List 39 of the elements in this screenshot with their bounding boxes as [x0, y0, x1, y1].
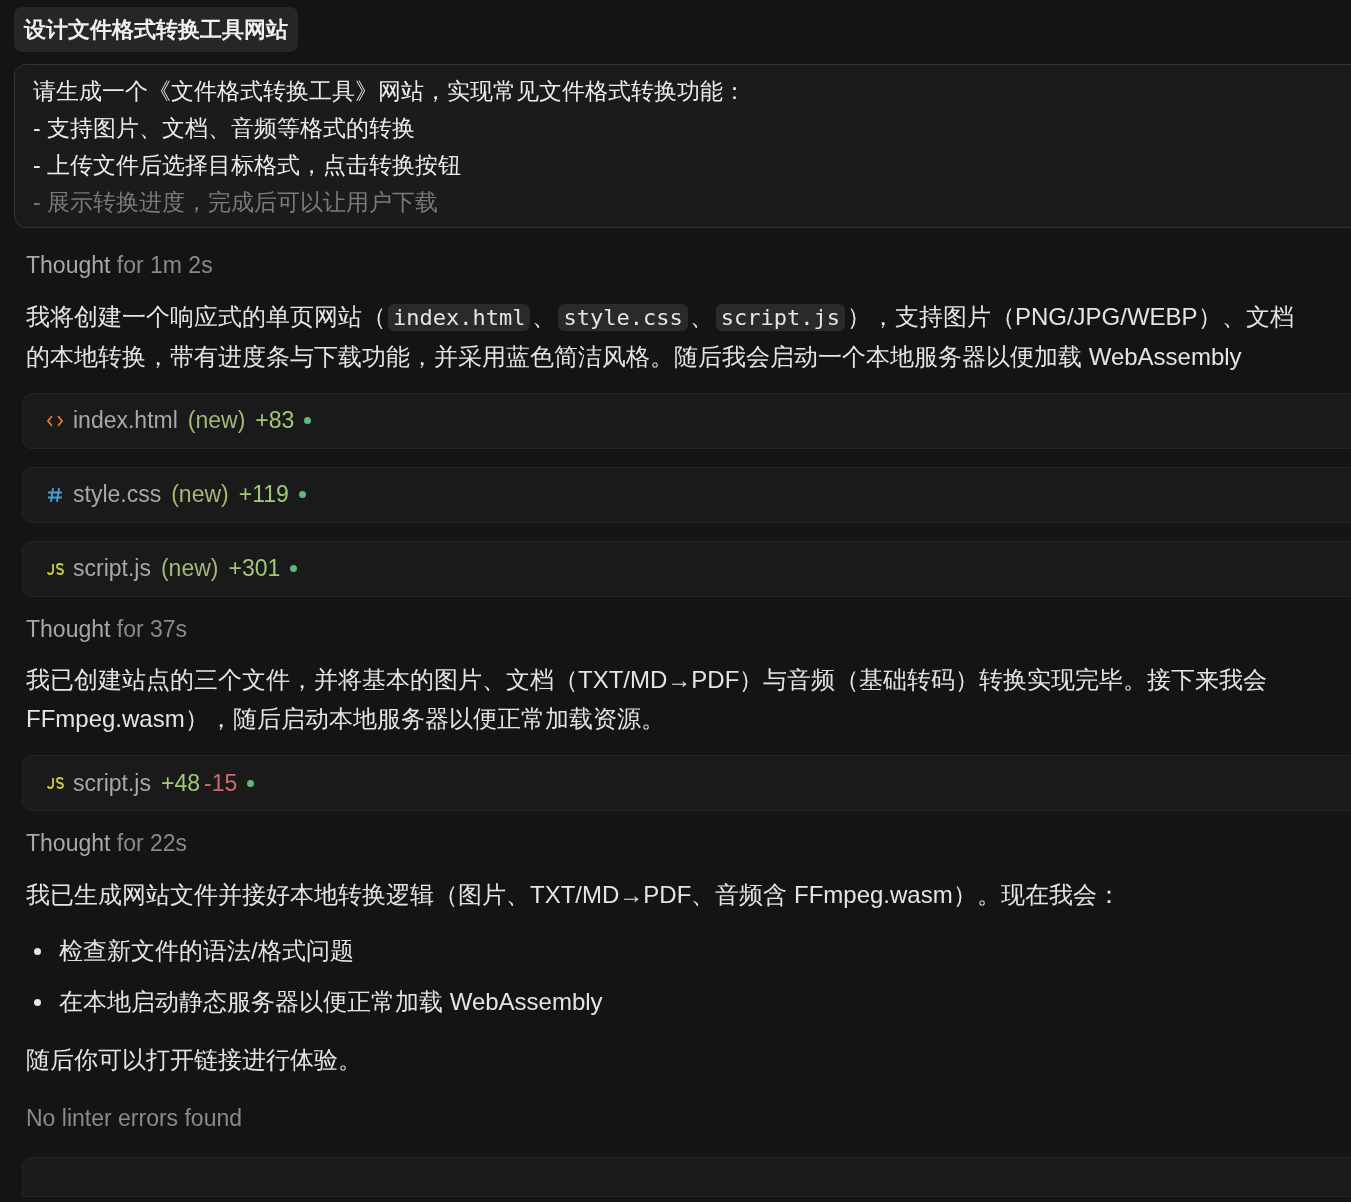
paragraph-line: FFmpeg.wasm），随后启动本地服务器以便正常加载资源。	[26, 704, 666, 734]
bullet-icon	[34, 998, 41, 1006]
bullet-text: 检查新文件的语法/格式问题	[59, 936, 354, 966]
bullet-icon	[34, 947, 41, 955]
prompt-line: - 展示转换进度，完成后可以让用户下载	[33, 188, 440, 217]
new-tag: (new)	[171, 477, 229, 512]
paragraph-line: 随后你可以打开链接进行体验。	[26, 1044, 363, 1075]
js-icon	[47, 562, 63, 575]
thought-duration[interactable]: Thought for 22s	[14, 820, 1351, 867]
paragraph-line: 我将创建一个响应式的单页网站（ index.html 、 style.css 、 script.js ），支持图片（PNG/JPG/WEBP）、文档	[26, 301, 1295, 333]
js-icon	[47, 777, 63, 789]
prompt-line: 请生成一个《文件格式转换工具》网站，实现常见文件格式转换功能：	[33, 77, 747, 106]
bullet-text: 在本地启动静态服务器以便正常加载 WebAssembly	[59, 987, 603, 1017]
file-name: script.js	[73, 554, 151, 584]
conversation-title: 设计文件格式转换工具网站	[14, 7, 298, 52]
new-tag: (new)	[187, 403, 246, 438]
code-brackets-icon	[47, 413, 63, 428]
added-count: +119	[238, 480, 289, 510]
paragraph-line: 我已生成网站文件并接好本地转换逻辑（图片、TXT/MD→PDF、音频含 FFmpeg.wasm）。现在我会：	[26, 879, 1122, 910]
paragraph-line: 我已创建站点的三个文件，并将基本的图片、文档（TXT/MD→PDF）与音频（基础转码）转换实现完毕。接下来我会	[26, 665, 1269, 695]
paragraph-line: 的本地转换，带有进度条与下载功能，并采用蓝色简洁风格。随后我会启动一个本地服务器以便加载 WebAssembly	[26, 341, 1243, 372]
removed-count: -15	[203, 768, 238, 798]
file-change-card[interactable]: style.css (new) +119	[22, 466, 1351, 523]
file-change-card[interactable]: script.js +48 -15	[22, 755, 1351, 811]
prompt-line: - 上传文件后选择目标格式，点击转换按钮	[33, 151, 463, 180]
hash-icon	[47, 486, 63, 503]
added-count: +83	[255, 406, 295, 436]
added-count: +301	[228, 554, 281, 584]
file-name: script.js	[73, 768, 151, 798]
new-tag: (new)	[160, 551, 219, 586]
file-name: style.css	[73, 480, 162, 510]
file-change-card[interactable]: index.html (new) +83	[22, 392, 1351, 449]
prompt-line: - 支持图片、文档、音频等格式的转换	[33, 114, 417, 143]
thought-duration[interactable]: Thought for 37s	[14, 605, 1351, 652]
file-change-card[interactable]: script.js (new) +301	[22, 540, 1351, 597]
added-count: +48	[160, 768, 200, 798]
file-name: index.html	[73, 406, 178, 436]
linter-status: No linter errors found	[25, 1103, 244, 1133]
thought-duration[interactable]: Thought for 1m 2s	[14, 242, 1351, 289]
